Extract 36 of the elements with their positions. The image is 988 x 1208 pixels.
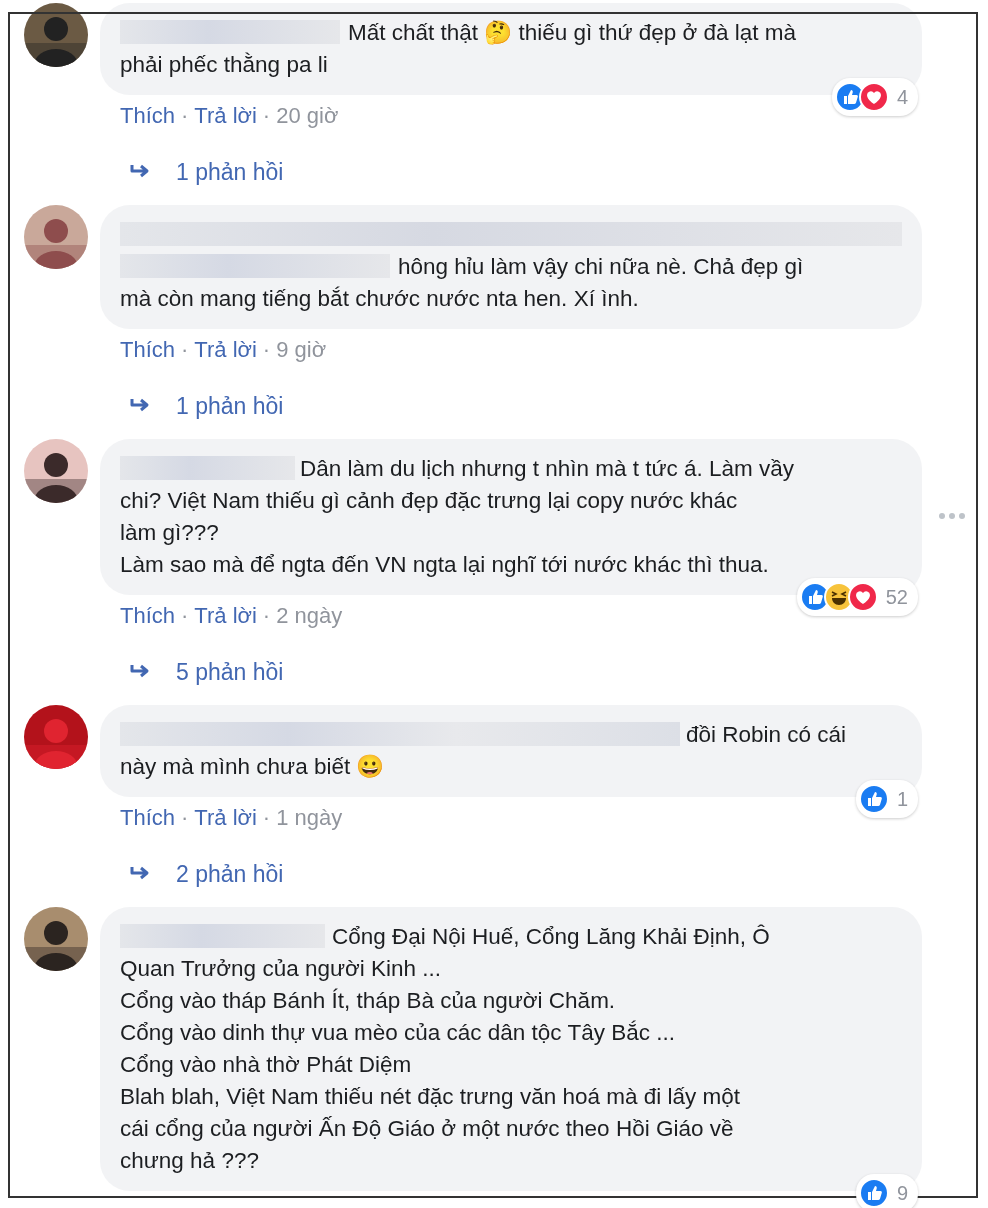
reply-link[interactable]: Trả lời <box>194 335 257 365</box>
reply-link[interactable]: Trả lời <box>194 601 257 631</box>
reactions-badge[interactable]: 4 <box>831 78 918 116</box>
comment-text: đồi Robin có cái này mà mình chưa biết 😀 <box>120 721 848 781</box>
like-link[interactable]: Thích <box>120 101 176 131</box>
like-link[interactable]: Thích <box>120 803 176 833</box>
comment-time: 1 ngày <box>276 804 343 832</box>
reply-link[interactable]: Trả lời <box>194 101 257 131</box>
like-link[interactable]: Thích <box>120 601 176 631</box>
more-options-icon[interactable] <box>938 511 966 521</box>
comment-time: 9 giờ <box>276 336 327 364</box>
separator-dot: · <box>181 102 189 130</box>
view-replies-link[interactable]: 1 phản hồi <box>100 391 284 421</box>
comment-time: 2 ngày <box>276 602 343 630</box>
reactions-badge[interactable]: 9 <box>855 1174 918 1208</box>
separator-dot: · <box>262 336 271 364</box>
comment-text: Cổng Đại Nội Huế, Cổng Lăng Khải Định, Ô Quan Trưởng của người Kinh ... Cổng vào tháp Bánh Ít, tháp Bà của người Chăm. Cổng vào dinh thự vua mèo của các dân tộc Tây Bắc ... Cổng vào nhà thờ Phát Diệm Blah blah, Việt Nam thiếu nét đặc trưng văn hoá mà đi lấy một cái cổng của người Ấn Độ Giáo ở một nước theo Hồi Giáo về chưng hả ??? <box>120 923 771 1175</box>
view-replies-link[interactable]: 1 phản hồi <box>100 157 284 187</box>
view-replies-link[interactable]: 5 phản hồi <box>100 657 284 687</box>
separator-dot: · <box>262 602 271 630</box>
view-replies-link[interactable]: 2 phản hồi <box>100 859 284 889</box>
like-link[interactable]: Thích <box>120 335 176 365</box>
like-icon <box>858 1178 889 1208</box>
comment-time: 20 giờ <box>276 102 339 130</box>
separator-dot: · <box>181 804 189 832</box>
separator-dot: · <box>262 102 271 130</box>
comment-text: Mất chất thật 🤔 thiếu gì thứ đẹp ở đà lạt mà phải phếc thằng pa li <box>120 19 798 79</box>
separator-dot: · <box>181 602 189 630</box>
like-icon <box>858 784 889 814</box>
comment-text: hông hỉu làm vậy chi nữa nè. Chả đẹp gì mà còn mang tiếng bắt chước nước nta hen. Xí ình. <box>120 253 805 313</box>
reactions-badge[interactable]: 1 <box>855 780 918 818</box>
separator-dot: · <box>262 804 271 832</box>
reactions-badge[interactable]: 52 <box>796 578 918 616</box>
reply-link[interactable]: Trả lời <box>194 803 257 833</box>
comment-text: Dân làm du lịch nhưng t nhìn mà t tức á. Làm vầy chi? Việt Nam thiếu gì cảnh đẹp đặc trưng lại copy nước khác làm gì??? Làm sao mà để ngta đến VN ngta lại nghĩ tới nước khác thì thua. <box>120 455 796 579</box>
separator-dot: · <box>181 336 189 364</box>
